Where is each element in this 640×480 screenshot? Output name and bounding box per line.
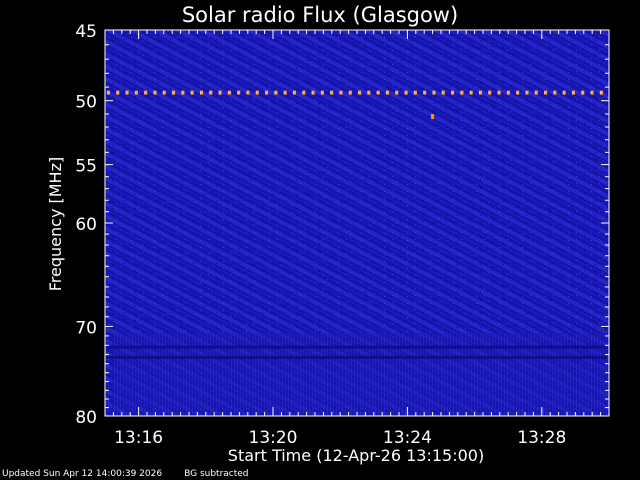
y-axis-label: Frequency [MHz] (46, 157, 65, 291)
chart-title: Solar radio Flux (Glasgow) (181, 3, 459, 27)
plot-area (104, 29, 610, 417)
y-tick-label: 80 (75, 408, 97, 428)
x-tick-label: 13:24 (383, 428, 432, 448)
burst-point (431, 114, 435, 120)
y-tick-label: 55 (75, 157, 97, 177)
updated-timestamp: Updated Sun Apr 12 14:00:39 2026 (2, 469, 163, 479)
x-axis-label: Start Time (12-Apr-26 13:15:00) (228, 446, 484, 465)
y-tick-label: 50 (75, 93, 97, 113)
y-tick-label: 60 (75, 215, 97, 235)
x-tick-label: 13:28 (517, 428, 566, 448)
x-tick-label: 13:20 (249, 428, 298, 448)
footer: Updated Sun Apr 12 14:00:39 2026 BG subtr… (2, 469, 271, 479)
x-tick-label: 13:16 (114, 428, 163, 448)
background-mode: BG subtracted (184, 469, 249, 479)
spectrogram-figure: 455055607080 13:16 13:20 13:24 13:28 Freque… (46, 22, 610, 465)
lower-band-texture (112, 333, 609, 416)
y-tick-label: 70 (75, 318, 97, 338)
